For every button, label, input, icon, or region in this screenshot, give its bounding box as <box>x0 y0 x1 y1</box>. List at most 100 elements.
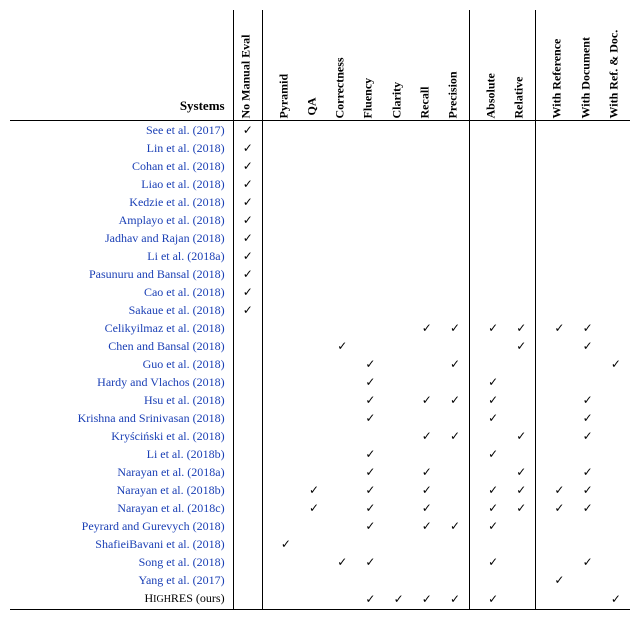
mark-cell: ✓ <box>479 445 507 463</box>
mark-cell <box>356 301 384 319</box>
citation-link[interactable]: Jadhav and Rajan (2018) <box>105 231 225 245</box>
citation-link[interactable]: Li et al. (2018a) <box>147 249 224 263</box>
mark-cell <box>602 319 630 337</box>
mark-cell <box>602 265 630 283</box>
mark-cell <box>300 157 328 175</box>
citation-link[interactable]: Cohan et al. (2018) <box>132 159 225 173</box>
citation-link[interactable]: Narayan et al. (2018a) <box>117 465 224 479</box>
citation-link[interactable]: Guo et al. (2018) <box>143 357 225 371</box>
mark-cell <box>300 535 328 553</box>
mark-cell <box>233 355 262 373</box>
citation-link[interactable]: Krishna and Srinivasan (2018) <box>78 411 225 425</box>
mark-cell <box>545 445 573 463</box>
gap-cell <box>470 319 479 337</box>
mark-cell <box>602 409 630 427</box>
table-row: Li et al. (2018a)✓ <box>10 247 630 265</box>
gap-cell <box>262 463 271 481</box>
mark-cell <box>574 283 602 301</box>
mark-cell <box>413 211 441 229</box>
mark-cell <box>328 373 356 391</box>
mark-cell: ✓ <box>441 319 470 337</box>
mark-cell <box>385 337 413 355</box>
gap-cell <box>262 517 271 535</box>
citation-link[interactable]: Yang et al. (2017) <box>138 573 224 587</box>
mark-cell <box>574 175 602 193</box>
gap-cell <box>262 337 271 355</box>
table-row: Amplayo et al. (2018)✓ <box>10 211 630 229</box>
mark-cell <box>441 175 470 193</box>
table-row: Guo et al. (2018)✓✓✓ <box>10 355 630 373</box>
citation-link[interactable]: Celikyilmaz et al. (2018) <box>105 321 225 335</box>
mark-cell: ✓ <box>233 283 262 301</box>
citation-link[interactable]: Amplayo et al. (2018) <box>119 213 225 227</box>
mark-cell: ✓ <box>233 193 262 211</box>
mark-cell <box>441 373 470 391</box>
mark-cell <box>545 373 573 391</box>
mark-cell <box>441 337 470 355</box>
citation-link[interactable]: Cao et al. (2018) <box>144 285 225 299</box>
mark-cell <box>479 535 507 553</box>
mark-cell <box>602 175 630 193</box>
mark-cell <box>479 301 507 319</box>
gap-cell <box>470 193 479 211</box>
mark-cell <box>479 337 507 355</box>
mark-cell <box>602 373 630 391</box>
mark-cell <box>545 589 573 610</box>
gap-cell <box>262 265 271 283</box>
mark-cell <box>507 571 536 589</box>
citation-link[interactable]: Pasunuru and Bansal (2018) <box>89 267 225 281</box>
mark-cell <box>300 193 328 211</box>
mark-cell <box>300 409 328 427</box>
mark-cell <box>441 157 470 175</box>
mark-cell <box>441 535 470 553</box>
gap-cell <box>470 175 479 193</box>
citation-link[interactable]: Narayan et al. (2018b) <box>117 483 225 497</box>
citation-link[interactable]: Song et al. (2018) <box>139 555 225 569</box>
citation-link[interactable]: Chen and Bansal (2018) <box>108 339 224 353</box>
citation-link[interactable]: Kryściński et al. (2018) <box>111 429 224 443</box>
citation-link[interactable]: Lin et al. (2018) <box>147 141 225 155</box>
header-row: Systems No Manual Eval Pyramid QA Correc… <box>10 10 630 120</box>
mark-cell: ✓ <box>602 589 630 610</box>
citation-link[interactable]: ShafieiBavani et al. (2018) <box>95 537 224 551</box>
gap-cell <box>536 319 545 337</box>
gap-cell <box>262 247 271 265</box>
mark-cell: ✓ <box>356 409 384 427</box>
mark-cell <box>507 283 536 301</box>
mark-cell <box>602 157 630 175</box>
mark-cell <box>385 211 413 229</box>
mark-cell <box>413 301 441 319</box>
mark-cell <box>385 157 413 175</box>
citation-link[interactable]: Sakaue et al. (2018) <box>129 303 225 317</box>
mark-cell <box>413 337 441 355</box>
mark-cell: ✓ <box>356 553 384 571</box>
mark-cell <box>328 463 356 481</box>
mark-cell: ✓ <box>356 391 384 409</box>
table-row: Narayan et al. (2018a)✓✓✓✓ <box>10 463 630 481</box>
mark-cell: ✓ <box>574 319 602 337</box>
mark-cell <box>545 409 573 427</box>
mark-cell <box>328 301 356 319</box>
system-cell: Sakaue et al. (2018) <box>10 301 233 319</box>
gap-cell <box>470 589 479 610</box>
mark-cell <box>574 229 602 247</box>
citation-link[interactable]: Narayan et al. (2018c) <box>117 501 224 515</box>
citation-link[interactable]: Peyrard and Gurevych (2018) <box>82 519 225 533</box>
citation-link[interactable]: Hsu et al. (2018) <box>144 393 225 407</box>
mark-cell <box>385 481 413 499</box>
mark-cell <box>328 427 356 445</box>
table-row: Cohan et al. (2018)✓ <box>10 157 630 175</box>
mark-cell: ✓ <box>233 265 262 283</box>
mark-cell <box>272 499 300 517</box>
col-absolute: Absolute <box>479 10 507 120</box>
table-row: Song et al. (2018)✓✓✓✓ <box>10 553 630 571</box>
citation-link[interactable]: Hardy and Vlachos (2018) <box>97 375 224 389</box>
mark-cell <box>413 247 441 265</box>
mark-cell: ✓ <box>356 517 384 535</box>
citation-link[interactable]: Li et al. (2018b) <box>147 447 225 461</box>
citation-link[interactable]: Kedzie et al. (2018) <box>129 195 224 209</box>
mark-cell <box>328 409 356 427</box>
table-row: Celikyilmaz et al. (2018)✓✓✓✓✓✓ <box>10 319 630 337</box>
citation-link[interactable]: Liao et al. (2018) <box>141 177 224 191</box>
citation-link[interactable]: See et al. (2017) <box>146 123 225 137</box>
